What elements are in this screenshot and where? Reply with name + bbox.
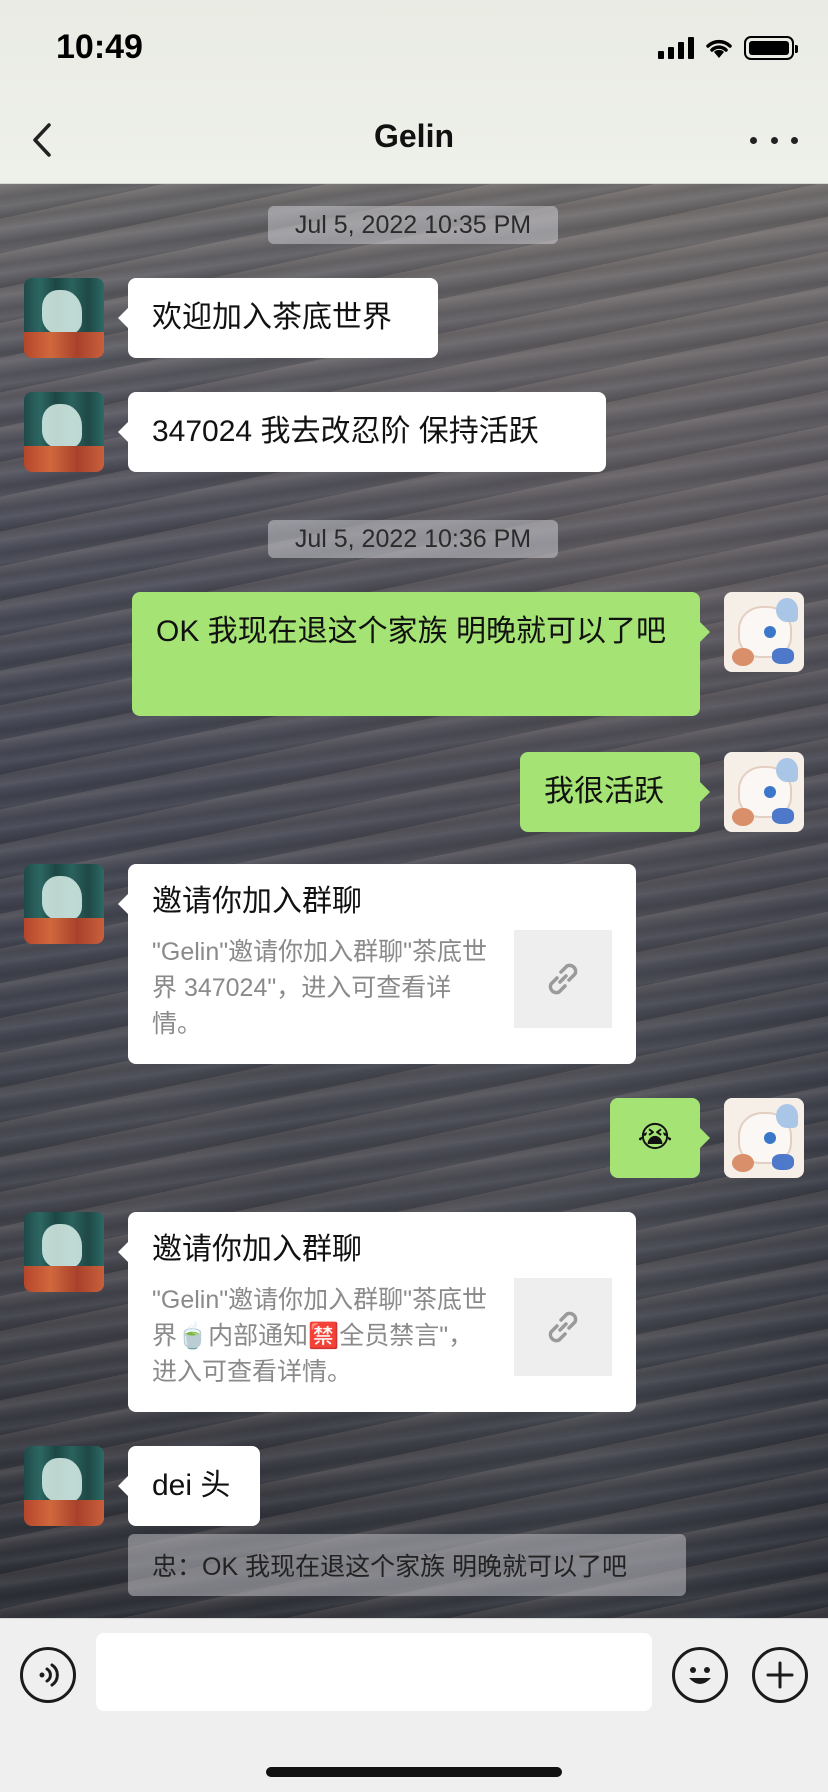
friend-avatar[interactable] — [24, 392, 104, 472]
signal-icon — [658, 37, 694, 59]
timestamp: Jul 5, 2022 10:36 PM — [268, 520, 558, 558]
status-icons — [658, 36, 798, 60]
wifi-icon — [704, 37, 734, 59]
friend-avatar[interactable] — [24, 1446, 104, 1526]
emoji-icon — [689, 1667, 711, 1684]
quoted-message[interactable]: 忠：OK 我现在退这个家族 明晚就可以了吧 — [128, 1534, 686, 1596]
link-icon — [514, 930, 612, 1028]
friend-avatar[interactable] — [24, 1212, 104, 1292]
voice-icon — [39, 1663, 59, 1687]
chat-title: Gelin — [373, 118, 454, 154]
my-avatar[interactable] — [724, 752, 804, 832]
plus-icon — [766, 1661, 794, 1689]
emoji-button[interactable] — [672, 1647, 728, 1703]
message-bubble[interactable]: 欢迎加入茶底世界 — [118, 278, 438, 358]
friend-avatar[interactable] — [24, 278, 104, 358]
input-bar — [0, 1618, 828, 1792]
message-bubble[interactable]: 347024 我去改忍阶 保持活跃 — [118, 392, 606, 472]
timestamp: Jul 5, 2022 10:35 PM — [268, 206, 558, 244]
card-description: "Gelin"邀请你加入群聊"茶底世界 347024"，进入可查看详情。 — [152, 938, 487, 1038]
battery-icon — [744, 36, 798, 60]
voice-button[interactable] — [20, 1647, 76, 1703]
card-title: 邀请你加入群聊 — [152, 1233, 362, 1266]
message-bubble[interactable]: OK 我现在退这个家族 明晚就可以了吧 — [132, 592, 710, 716]
more-dots-icon[interactable] — [750, 124, 798, 156]
message-bubble[interactable]: 😭 — [610, 1098, 710, 1178]
status-time: 10:49 — [56, 28, 143, 66]
header: 10:49 Gelin — [0, 0, 828, 184]
message-bubble[interactable]: 我很活跃 — [520, 752, 710, 832]
chat-area[interactable]: Jul 5, 2022 10:35 PM 欢迎加入茶底世界 347024 我去改… — [0, 184, 828, 1618]
message-input[interactable] — [96, 1633, 652, 1711]
my-avatar[interactable] — [724, 1098, 804, 1178]
group-invite-card[interactable]: 邀请你加入群聊 "Gelin"邀请你加入群聊"茶底世界🍵内部通知🈲全员禁言"，进… — [118, 1212, 636, 1412]
plus-button[interactable] — [752, 1647, 808, 1703]
home-indicator — [266, 1767, 562, 1777]
card-title: 邀请你加入群聊 — [152, 885, 362, 918]
message-bubble[interactable]: dei 头 — [118, 1446, 260, 1526]
friend-avatar[interactable] — [24, 864, 104, 944]
group-invite-card[interactable]: 邀请你加入群聊 "Gelin"邀请你加入群聊"茶底世界 347024"，进入可查… — [118, 864, 636, 1064]
card-description: "Gelin"邀请你加入群聊"茶底世界🍵内部通知🈲全员禁言"，进入可查看详情。 — [152, 1286, 487, 1386]
my-avatar[interactable] — [724, 592, 804, 672]
link-icon — [514, 1278, 612, 1376]
